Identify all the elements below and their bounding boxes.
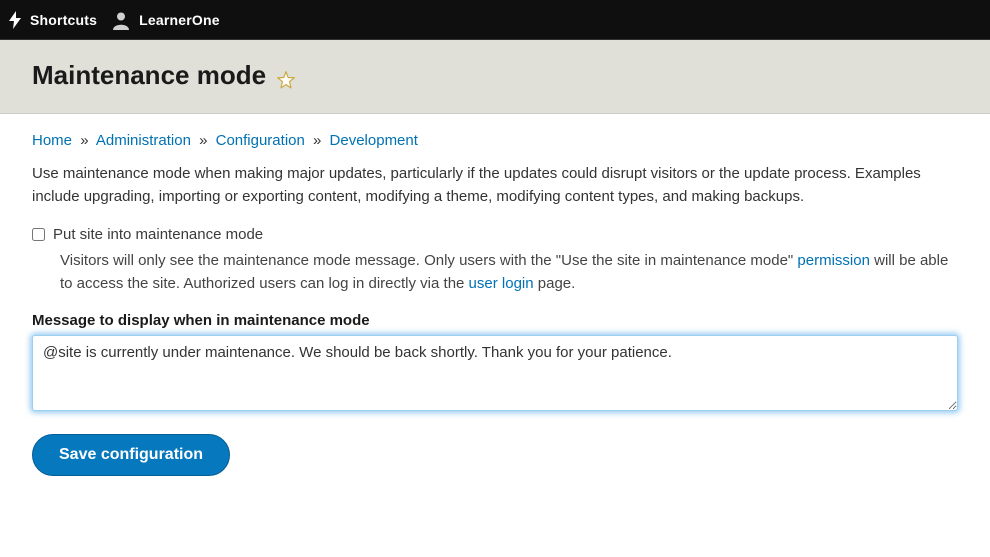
- message-label: Message to display when in maintenance m…: [32, 312, 958, 329]
- permission-link[interactable]: permission: [797, 252, 870, 269]
- star-icon[interactable]: [276, 66, 296, 86]
- breadcrumb-sep: »: [313, 132, 321, 149]
- desc-text: Visitors will only see the maintenance m…: [60, 252, 797, 269]
- desc-text: page.: [538, 275, 576, 292]
- breadcrumb-sep: »: [199, 132, 207, 149]
- user-icon: [111, 10, 131, 30]
- breadcrumb-development[interactable]: Development: [330, 132, 418, 149]
- toolbar-shortcuts[interactable]: Shortcuts: [8, 11, 97, 29]
- toolbar-username: LearnerOne: [139, 12, 220, 28]
- intro-text: Use maintenance mode when making major u…: [32, 163, 958, 208]
- breadcrumb-sep: »: [80, 132, 88, 149]
- bolt-icon: [8, 11, 22, 29]
- breadcrumb-administration[interactable]: Administration: [96, 132, 191, 149]
- maintenance-checkbox-label[interactable]: Put site into maintenance mode: [53, 226, 263, 243]
- user-login-link[interactable]: user login: [469, 275, 534, 292]
- maintenance-checkbox-wrapper: Put site into maintenance mode Visitors …: [32, 226, 958, 296]
- message-textarea[interactable]: [32, 335, 958, 411]
- toolbar-shortcuts-label: Shortcuts: [30, 12, 97, 28]
- maintenance-checkbox[interactable]: [32, 228, 45, 241]
- breadcrumb-configuration[interactable]: Configuration: [216, 132, 305, 149]
- maintenance-checkbox-description: Visitors will only see the maintenance m…: [60, 249, 958, 296]
- toolbar-user[interactable]: LearnerOne: [111, 10, 220, 30]
- page-title: Maintenance mode: [32, 60, 990, 91]
- page-title-text: Maintenance mode: [32, 60, 266, 91]
- breadcrumb-home[interactable]: Home: [32, 132, 72, 149]
- breadcrumb: Home » Administration » Configuration » …: [32, 132, 958, 149]
- main-content: Home » Administration » Configuration » …: [0, 114, 990, 504]
- page-header: Maintenance mode: [0, 40, 990, 114]
- save-button[interactable]: Save configuration: [32, 434, 230, 476]
- admin-toolbar: Shortcuts LearnerOne: [0, 0, 990, 40]
